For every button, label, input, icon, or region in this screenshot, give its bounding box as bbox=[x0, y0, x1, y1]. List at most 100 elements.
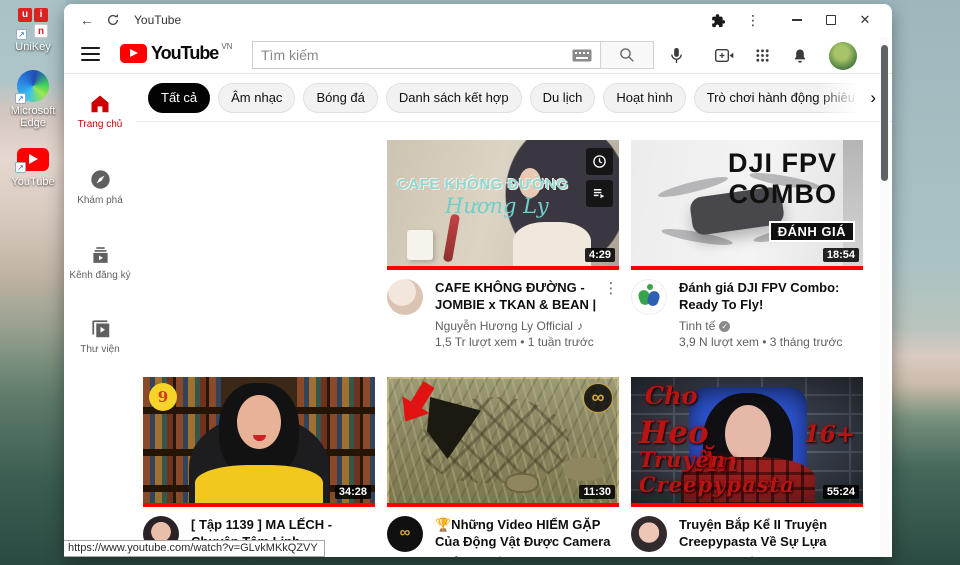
chip-music[interactable]: Âm nhạc bbox=[218, 83, 296, 113]
video-title[interactable]: 🏆Những Video HIẾM GẶP Của Động Vật Được … bbox=[435, 516, 619, 550]
channel-avatar[interactable]: ∞ bbox=[387, 516, 423, 552]
thumbnail-art bbox=[407, 230, 433, 260]
unikey-icon: u i n ↗ bbox=[16, 8, 48, 40]
watch-later-button[interactable] bbox=[586, 148, 613, 175]
back-button[interactable]: ← bbox=[74, 8, 100, 32]
sidebar-item-label: Khám phá bbox=[77, 195, 123, 206]
close-button[interactable]: ✕ bbox=[848, 7, 882, 33]
search-input[interactable] bbox=[261, 47, 572, 63]
browser-menu-button[interactable]: ⋮ bbox=[740, 12, 766, 29]
browser-window: ← YouTube ⋮ ✕ YouTube VN Tìm kiếm Tất cả… bbox=[64, 4, 892, 557]
watch-progress-bar bbox=[387, 503, 619, 507]
queue-icon bbox=[593, 189, 605, 199]
chips-next-button[interactable]: › bbox=[870, 88, 876, 108]
shortcut-arrow-icon: ↗ bbox=[16, 29, 27, 40]
guide-menu-button[interactable] bbox=[81, 47, 100, 65]
unikey-tile-i: i bbox=[34, 8, 48, 22]
watch-progress-bar bbox=[631, 503, 863, 507]
close-icon: ✕ bbox=[859, 12, 871, 27]
chip-mixes[interactable]: Danh sách kết hợp bbox=[385, 83, 522, 113]
sidebar-item-explore[interactable]: Khám phá bbox=[64, 167, 136, 206]
mini-guide: Trang chủ Khám phá Kênh đăng ký Thư viện bbox=[64, 75, 136, 557]
duration-badge: 55:24 bbox=[822, 485, 859, 499]
channel-avatar[interactable] bbox=[631, 516, 667, 552]
create-button[interactable] bbox=[714, 45, 734, 65]
sidebar-item-subscriptions[interactable]: Kênh đăng ký bbox=[64, 244, 136, 281]
thumbnail-text: Heo bbox=[639, 415, 709, 451]
search-button[interactable] bbox=[600, 41, 654, 69]
watch-progress-bar bbox=[143, 503, 375, 507]
sidebar-item-library[interactable]: Thư viện bbox=[64, 317, 136, 355]
maximize-icon bbox=[826, 15, 836, 25]
thumbnail-art bbox=[195, 465, 323, 507]
channel-name[interactable]: Nguyễn Hương Ly Official ♪ bbox=[435, 318, 603, 334]
video-meta: 3,9 N lượt xem • 3 tháng trước bbox=[679, 335, 843, 349]
voice-search-button[interactable] bbox=[666, 45, 686, 65]
youtube-icon: ↗ bbox=[15, 148, 49, 173]
desktop-icon-youtube[interactable]: ↗ YouTube bbox=[2, 144, 64, 188]
sidebar-item-home[interactable]: Trang chủ bbox=[64, 92, 136, 130]
video-card: CAFE KHÔNG ĐƯỜNG Hương Ly 4:29 CAFE KHÔN… bbox=[387, 140, 619, 350]
tab-title: YouTube bbox=[134, 13, 182, 27]
chip-animation[interactable]: Hoạt hình bbox=[603, 83, 686, 113]
video-title[interactable]: Đánh giá DJI FPV Combo: Ready To Fly! bbox=[679, 279, 863, 313]
thumbnail-text: CAFE KHÔNG ĐƯỜNG bbox=[397, 176, 569, 193]
sidebar-item-label: Thư viện bbox=[80, 344, 120, 355]
video-meta: 1,5 Tr lượt xem • 1 tuần trước bbox=[435, 335, 594, 349]
thumbnail-channel-logo: ∞ bbox=[583, 383, 613, 413]
thumbnail-text: Cho bbox=[645, 381, 698, 410]
channel-name[interactable]: Tinh tế ✓ bbox=[679, 318, 863, 334]
apps-grid-icon bbox=[755, 48, 769, 62]
apps-button[interactable] bbox=[752, 45, 772, 65]
duration-badge: 18:54 bbox=[822, 248, 859, 262]
watch-progress-bar bbox=[631, 266, 863, 270]
search-box bbox=[252, 41, 600, 69]
thumbnail-art bbox=[513, 222, 591, 270]
unikey-tile-u: u bbox=[18, 8, 32, 22]
empty-grid-slot bbox=[143, 140, 375, 350]
library-icon bbox=[91, 320, 109, 338]
minimize-button[interactable] bbox=[780, 7, 814, 33]
thumbnail-text: Hương Ly bbox=[445, 194, 549, 218]
minimize-icon bbox=[792, 19, 802, 21]
desktop-icon-label: UniKey bbox=[15, 41, 51, 53]
channel-avatar[interactable] bbox=[631, 279, 667, 315]
add-to-queue-button[interactable] bbox=[586, 180, 613, 207]
maximize-button[interactable] bbox=[814, 7, 848, 33]
channel-avatar[interactable] bbox=[387, 279, 423, 315]
account-avatar[interactable] bbox=[829, 42, 857, 70]
chip-all[interactable]: Tất cả bbox=[148, 83, 211, 113]
channel-name[interactable]: KHÔNG GIỚI HẠN NEW✓ bbox=[435, 555, 619, 557]
video-thumbnail[interactable]: 9 34:28 bbox=[143, 377, 375, 507]
video-menu-button[interactable]: ⋮ bbox=[603, 279, 619, 350]
verified-icon: ✓ bbox=[719, 321, 731, 332]
channel-name[interactable]: Bí ẩn cùng Bắp✓ bbox=[679, 555, 863, 557]
thumbnail-art bbox=[505, 473, 539, 493]
page-scrollbar[interactable] bbox=[880, 37, 889, 557]
video-title[interactable]: Truyện Bắp Kể II Truyện Creepypasta Về S… bbox=[679, 516, 863, 550]
desktop-icon-edge[interactable]: ↗ Microsoft Edge bbox=[2, 70, 64, 129]
youtube-logo[interactable]: YouTube VN bbox=[120, 42, 232, 63]
chip-football[interactable]: Bóng đá bbox=[303, 83, 378, 113]
thumbnail-channel-logo: 9 bbox=[149, 383, 177, 411]
duration-badge: 4:29 bbox=[584, 248, 615, 262]
create-video-icon bbox=[714, 48, 733, 62]
refresh-icon bbox=[107, 14, 119, 25]
notifications-button[interactable] bbox=[790, 45, 810, 65]
thumbnail-art bbox=[442, 213, 461, 263]
desktop-icon-unikey[interactable]: u i n ↗ UniKey bbox=[2, 8, 64, 53]
desktop-icon-label: YouTube bbox=[11, 176, 55, 188]
video-title[interactable]: CAFE KHÔNG ĐƯỜNG - JOMBIE x TKAN & BEAN … bbox=[435, 279, 603, 313]
video-thumbnail[interactable]: ∞ 11:30 bbox=[387, 377, 619, 507]
chip-bar: Tất cả Âm nhạc Bóng đá Danh sách kết hợp… bbox=[136, 75, 892, 122]
video-thumbnail[interactable]: CAFE KHÔNG ĐƯỜNG Hương Ly 4:29 bbox=[387, 140, 619, 270]
extensions-button[interactable] bbox=[704, 8, 730, 32]
video-thumbnail[interactable]: DJI FPV COMBO ĐÁNH GIÁ 18:54 bbox=[631, 140, 863, 270]
refresh-button[interactable] bbox=[100, 8, 126, 32]
scrollbar-thumb[interactable] bbox=[881, 45, 888, 181]
official-artist-icon: ♪ bbox=[576, 319, 583, 333]
video-thumbnail[interactable]: Cho Heo Ăn Truyện Creepypasta 16+ 55:24 bbox=[631, 377, 863, 507]
chip-travel[interactable]: Du lịch bbox=[529, 83, 596, 113]
watch-progress-bar bbox=[387, 266, 619, 270]
keyboard-icon[interactable] bbox=[572, 49, 592, 62]
